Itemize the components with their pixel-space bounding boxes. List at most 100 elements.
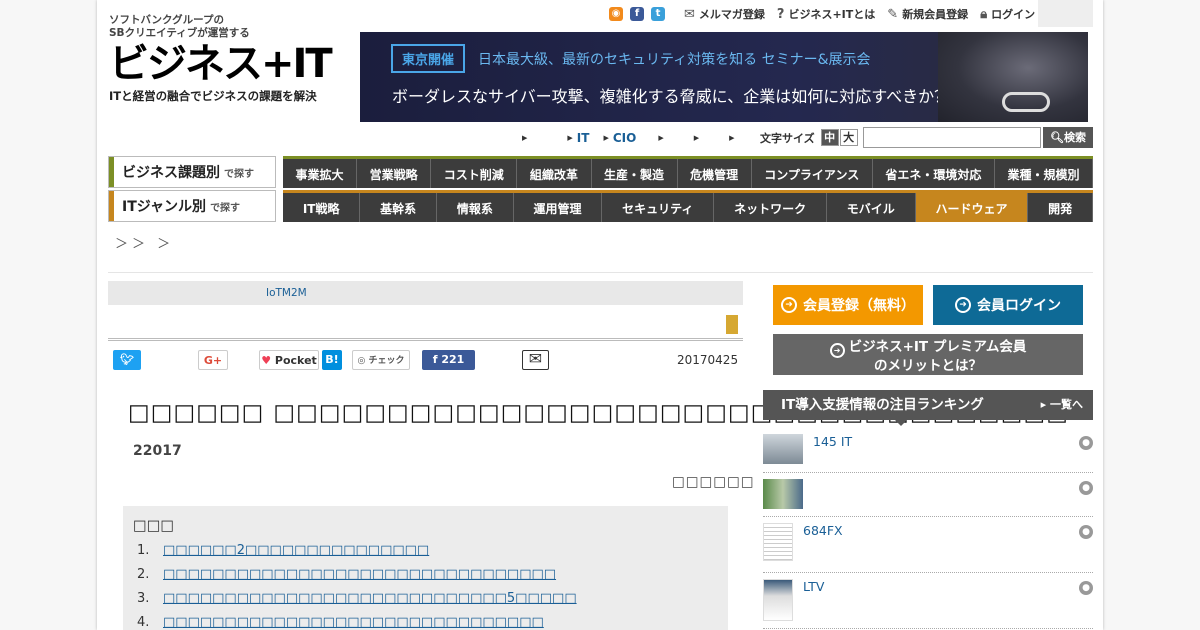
it-genre-nav: IT戦略 基幹系 情報系 運用管理 セキュリティ ネットワーク モバイル ハード… <box>283 190 1093 222</box>
text-size-large-button[interactable]: 大 <box>839 129 858 146</box>
table-of-contents: □□□ 1. □□□□□□2□□□□□□□□□□□□□□□ 2. □□□□□□□□□… <box>123 506 728 630</box>
nav-item[interactable]: ネットワーク <box>714 193 827 222</box>
user-icon: ● <box>1079 525 1093 539</box>
nav-item[interactable]: 省エネ・環境対応 <box>873 159 995 188</box>
user-icon: ● <box>1079 581 1093 595</box>
question-icon: ? <box>776 6 785 22</box>
facebook-icon: f <box>432 353 438 366</box>
nav-item[interactable]: 営業戦略 <box>357 159 432 188</box>
nav-item[interactable]: 業種・規模別 <box>995 159 1094 188</box>
pencil-icon: ✎ <box>887 6 899 22</box>
toc-link[interactable]: □□□□□□□□□□□□□□□□□□□□□□□□□□□□□□□□ <box>163 567 556 582</box>
user-icon: ● <box>1079 481 1093 495</box>
arrow-circle-icon: ➜ <box>955 297 971 313</box>
article-tag-bar: IoTM2M <box>108 281 743 305</box>
nav-item-active[interactable]: ハードウェア <box>915 193 1029 222</box>
key-icon <box>1002 92 1050 112</box>
premium-member-button[interactable]: ➜ ビジネス+IT プレミアム会員 のメリットとは？ <box>773 334 1083 375</box>
toc-item: 2. □□□□□□□□□□□□□□□□□□□□□□□□□□□□□□□□ <box>137 566 557 582</box>
check-icon: ◎ <box>357 356 366 366</box>
arrow-right-icon: ▶ <box>522 134 528 142</box>
ranking-item[interactable]: 145 IT ● <box>763 428 1093 473</box>
toc-link[interactable]: □□□□□□□□□□□□□□□□□□□□□□□□□□□□□□□ <box>163 615 544 630</box>
user-icon: ● <box>1079 436 1093 450</box>
nav-item[interactable]: 組織改革 <box>517 159 592 188</box>
logo-line-1: ソフトバンクグループの <box>109 14 224 26</box>
hatena-bookmark-button[interactable]: B! <box>322 350 342 370</box>
mail-share-button[interactable]: ✉ <box>522 350 549 370</box>
ranking-title: IT導入支援情報の注目ランキング <box>781 397 984 413</box>
twitter-share-button[interactable]: 🐦︎ <box>113 350 141 370</box>
ranking-item[interactable]: ● <box>763 473 1093 517</box>
nav-item[interactable]: 事業拡大 <box>283 159 358 188</box>
login-link[interactable]: 🔒︎ ログイン <box>980 6 1035 22</box>
nav-item[interactable]: 危機管理 <box>678 159 752 188</box>
facebook-share-button[interactable]: f 221 <box>422 350 475 370</box>
ranking-item[interactable]: 684FX ● <box>763 517 1093 573</box>
ranking-item[interactable]: LTV ● <box>763 573 1093 629</box>
bookmark-icon[interactable] <box>726 315 738 334</box>
facebook-icon[interactable]: f <box>630 7 644 21</box>
search-button[interactable]: 🔍︎検索 <box>1043 127 1093 148</box>
text-size-medium-button[interactable]: 中 <box>820 129 839 146</box>
member-register-button[interactable]: ➜ 会員登録（無料） <box>773 285 923 325</box>
envelope-icon: ✉ <box>528 349 543 368</box>
gplus-share-button[interactable]: G+ <box>198 350 228 370</box>
toc-item: 1. □□□□□□2□□□□□□□□□□□□□□□ <box>137 542 430 558</box>
subnav-item[interactable]: ▶ <box>694 134 703 142</box>
ranking-text: LTV <box>803 579 825 594</box>
subnav-item-cio[interactable]: ▶ CIO <box>603 131 636 145</box>
article-date: 20170425 <box>677 353 739 367</box>
article-tag[interactable]: IoTM2M <box>266 287 307 299</box>
ad-banner[interactable]: 東京開催 日本最大級、最新のセキュリティ対策を知る セミナー&展示会 ボーダレス… <box>360 32 1088 122</box>
breadcrumb[interactable]: ＞＞ ＞ <box>115 233 174 252</box>
rss-icon[interactable]: ◉ <box>609 7 623 21</box>
nav-item[interactable]: セキュリティ <box>602 193 715 222</box>
mailmag-link[interactable]: ✉ メルマガ登録 <box>684 6 765 22</box>
banner-headline: ボーダレスなサイバー攻撃、複雑化する脅威に、企業は如何に対応すべきか？ <box>392 87 951 106</box>
sub-nav: ▶ ▶ IT ▶ CIO ▶ ▶ ▶ <box>522 129 752 147</box>
nav-item[interactable]: 情報系 <box>437 193 514 222</box>
member-login-button[interactable]: ➜ 会員ログイン <box>933 285 1083 325</box>
business-issue-nav-label: ビジネス課題別 で探す <box>108 156 276 188</box>
ranking-more-link[interactable]: ▸ 一覧へ <box>1041 390 1083 420</box>
business-issue-nav: 事業拡大 営業戦略 コスト削減 組織改革 生産・製造 危機管理 コンプライアンス… <box>283 156 1094 188</box>
nav-item[interactable]: 運用管理 <box>514 193 603 222</box>
toc-link[interactable]: □□□□□□□□□□□□□□□□□□□□□□□□□□□□5□□□□□ <box>163 591 577 606</box>
logo-wordmark: ビジネス+IT <box>109 41 333 87</box>
ranking-text: 145 IT <box>813 434 853 449</box>
nav-item[interactable]: 生産・製造 <box>592 159 678 188</box>
toc-link[interactable]: □□□□□□2□□□□□□□□□□□□□□□ <box>163 543 429 558</box>
twitter-icon[interactable]: t <box>651 7 665 21</box>
text-size-label: 文字サイズ <box>760 131 815 145</box>
nav-item[interactable]: 開発 <box>1028 193 1093 222</box>
subnav-item[interactable]: ▶ <box>658 134 667 142</box>
page: ソフトバンクグループの SBクリエイティブが運営する ビジネス+IT ITと経営… <box>97 0 1103 630</box>
mail-icon: ✉ <box>684 6 695 22</box>
top-links: ◉ f t ✉ メルマガ登録 ? ビジネス+ITとは ✎ 新規会員登録 🔒︎ ログイン <box>609 6 1035 22</box>
article-subtitle: 22017 <box>133 443 182 459</box>
nav-item[interactable]: コスト削減 <box>431 159 518 188</box>
logo-line-2: SBクリエイティブが運営する <box>109 27 250 39</box>
nav-item[interactable]: モバイル <box>827 193 916 222</box>
pocket-button[interactable]: ♥ Pocket <box>259 350 319 370</box>
nav-item[interactable]: 基幹系 <box>360 193 437 222</box>
arrow-right-icon: ▶ <box>658 134 664 142</box>
nav-item[interactable]: IT戦略 <box>283 193 361 222</box>
site-logo[interactable]: ソフトバンクグループの SBクリエイティブが運営する ビジネス+IT ITと経営… <box>109 14 339 104</box>
nav-item[interactable]: コンプライアンス <box>752 159 873 188</box>
about-link[interactable]: ? ビジネス+ITとは <box>777 6 875 22</box>
article-author[interactable]: □□□□□□ <box>672 474 755 490</box>
arrow-right-icon: ▶ <box>567 134 573 142</box>
search-input[interactable] <box>863 127 1041 148</box>
subnav-item[interactable]: ▶ <box>522 134 531 142</box>
subnav-item[interactable]: ▶ <box>729 134 738 142</box>
text-size-control: 文字サイズ 中 大 <box>760 129 858 146</box>
toc-heading: □□□ <box>133 518 175 534</box>
accent-bar <box>109 191 114 221</box>
search-icon: 🔍︎ <box>1050 131 1064 144</box>
register-link[interactable]: ✎ 新規会員登録 <box>887 6 968 22</box>
subnav-item-it[interactable]: ▶ IT <box>567 131 589 145</box>
article-rule <box>108 338 743 341</box>
mixi-check-button[interactable]: ◎ チェック <box>352 350 410 370</box>
